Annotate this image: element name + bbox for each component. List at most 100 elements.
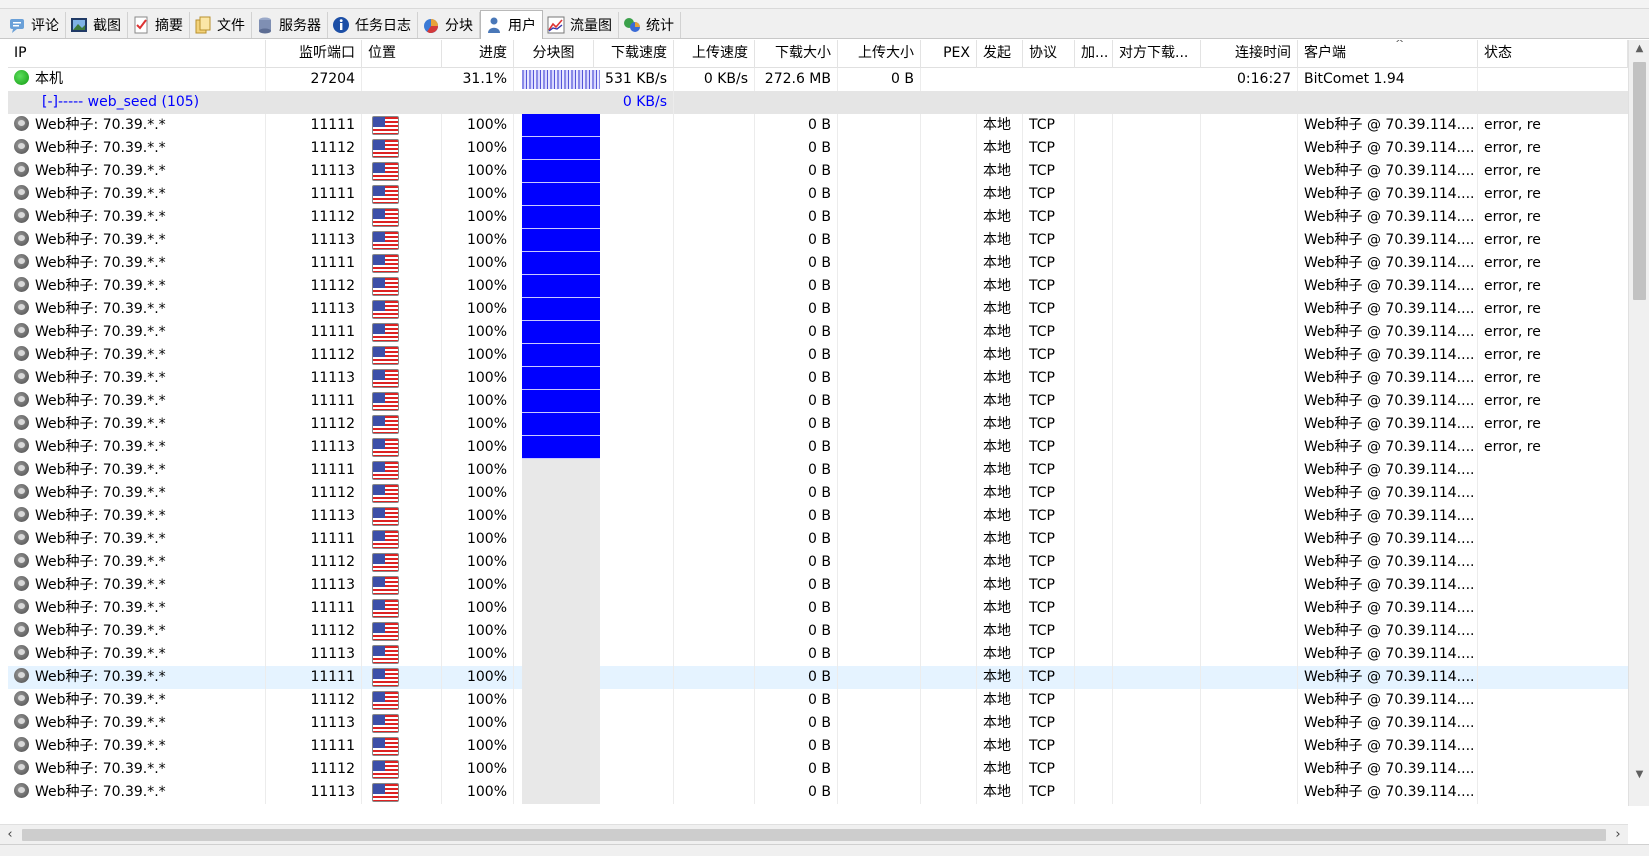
protocol-cell: TCP	[1023, 390, 1075, 413]
table-row[interactable]: Web种子: 70.39.*.* 11112 100% 0 B 本地 TCP Web种子 @…	[8, 413, 1628, 436]
client-cell: Web种子 @ 70.39.114....	[1298, 666, 1478, 689]
connect-time-cell	[1201, 597, 1298, 620]
column-header-protocol[interactable]: 协议	[1023, 40, 1075, 68]
port-cell: 11113	[266, 712, 362, 735]
table-row[interactable]: Web种子: 70.39.*.* 11112 100% 0 B 本地 TCP Web种子 @…	[8, 689, 1628, 712]
downloaded-cell: 0 B	[755, 114, 838, 137]
port-cell: 11112	[266, 413, 362, 436]
table-row[interactable]: Web种子: 70.39.*.* 11111 100% 0 B 本地 TCP Web种子 @…	[8, 321, 1628, 344]
scroll-up-icon[interactable]: ▲	[1629, 40, 1649, 58]
table-row[interactable]: Web种子: 70.39.*.* 11113 100% 0 B 本地 TCP Web种子 @…	[8, 574, 1628, 597]
pex-cell	[921, 712, 977, 735]
table-row[interactable]: Web种子: 70.39.*.* 11112 100% 0 B 本地 TCP Web种子 @…	[8, 344, 1628, 367]
table-row[interactable]: Web种子: 70.39.*.* 11111 100% 0 B 本地 TCP Web种子 @…	[8, 183, 1628, 206]
table-row[interactable]: Web种子: 70.39.*.* 11113 100% 0 B 本地 TCP Web种子 @…	[8, 367, 1628, 390]
connect-time-cell	[1201, 551, 1298, 574]
download-speed-cell	[594, 597, 674, 620]
port-cell: 11112	[266, 551, 362, 574]
column-header-status[interactable]: 状态	[1478, 40, 1628, 68]
tab-pieces[interactable]: 分块	[418, 12, 480, 38]
column-header-ip[interactable]: IP	[8, 40, 266, 68]
tab-servers[interactable]: 服务器	[252, 12, 328, 38]
column-header-uploaded[interactable]: 上传大小	[838, 40, 921, 68]
table-row[interactable]: Web种子: 70.39.*.* 11112 100% 0 B 本地 TCP Web种子 @…	[8, 482, 1628, 505]
table-row[interactable]: Web种子: 70.39.*.* 11112 100% 0 B 本地 TCP Web种子 @…	[8, 620, 1628, 643]
table-row[interactable]: Web种子: 70.39.*.* 11111 100% 0 B 本地 TCP Web种子 @…	[8, 528, 1628, 551]
pex-cell	[921, 528, 977, 551]
table-row[interactable]: Web种子: 70.39.*.* 11112 100% 0 B 本地 TCP Web种子 @…	[8, 275, 1628, 298]
table-row[interactable]: Web种子: 70.39.*.* 11113 100% 0 B 本地 TCP Web种子 @…	[8, 298, 1628, 321]
table-row[interactable]: Web种子: 70.39.*.* 11111 100% 0 B 本地 TCP Web种子 @…	[8, 114, 1628, 137]
column-header-pex[interactable]: PEX	[921, 40, 977, 68]
scroll-right-icon[interactable]: ›	[1608, 825, 1628, 845]
group-label[interactable]: [-]----- web_seed (105)	[36, 91, 366, 114]
vertical-scroll-thumb[interactable]	[1633, 62, 1646, 300]
column-header-upload-speed[interactable]: 上传速度	[674, 40, 755, 68]
table-row[interactable]: Web种子: 70.39.*.* 11112 100% 0 B 本地 TCP Web种子 @…	[8, 758, 1628, 781]
table-row[interactable]: Web种子: 70.39.*.* 11111 100% 0 B 本地 TCP Web种子 @…	[8, 252, 1628, 275]
tab-files[interactable]: 文件	[190, 12, 252, 38]
tab-comments[interactable]: 评论	[4, 12, 66, 38]
scroll-down-icon[interactable]: ▼	[1629, 766, 1649, 784]
table-row[interactable]: Web种子: 70.39.*.* 11113 100% 0 B 本地 TCP Web种子 @…	[8, 505, 1628, 528]
comment-icon	[8, 16, 26, 34]
group-download-speed: 0 KB/s	[594, 91, 674, 114]
table-row[interactable]: Web种子: 70.39.*.* 11113 100% 0 B 本地 TCP Web种子 @…	[8, 229, 1628, 252]
peer-downloaded-cell	[1113, 781, 1201, 804]
table-row[interactable]: Web种子: 70.39.*.* 11113 100% 0 B 本地 TCP Web种子 @…	[8, 781, 1628, 804]
column-header-pieces[interactable]: 分块图	[514, 40, 594, 68]
local-peer-row[interactable]: 本机 27204 31.1% 531 KB/s 0 KB/s 272.6 MB …	[8, 68, 1628, 91]
web-seed-group-row[interactable]: [-]----- web_seed (105) 0 KB/s	[8, 91, 1628, 114]
progress-cell: 100%	[442, 413, 514, 436]
tab-peers[interactable]: 用户	[480, 10, 543, 39]
table-row[interactable]: Web种子: 70.39.*.* 11112 100% 0 B 本地 TCP Web种子 @…	[8, 137, 1628, 160]
tab-summary[interactable]: 摘要	[128, 12, 190, 38]
column-header-location[interactable]: 位置	[362, 40, 442, 68]
pex-cell	[921, 781, 977, 804]
client-cell: Web种子 @ 70.39.114....	[1298, 551, 1478, 574]
column-header-connect-time[interactable]: 连接时间	[1201, 40, 1298, 68]
tab-traffic-chart[interactable]: 流量图	[543, 12, 619, 38]
status-cell: error, re	[1484, 393, 1541, 409]
table-row[interactable]: Web种子: 70.39.*.* 11113 100% 0 B 本地 TCP Web种子 @…	[8, 712, 1628, 735]
table-row[interactable]: Web种子: 70.39.*.* 11111 100% 0 B 本地 TCP Web种子 @…	[8, 597, 1628, 620]
connect-time-cell	[1201, 252, 1298, 275]
pieces-map	[522, 620, 600, 643]
connect-time-cell	[1201, 160, 1298, 183]
column-header-progress[interactable]: 进度	[442, 40, 514, 68]
status-cell	[1478, 758, 1628, 781]
peer-list[interactable]: IP 监听端口 位置 进度 分块图 下载速度 上传速度 下载大小 上传大小 PE…	[8, 40, 1628, 824]
downloaded-cell: 0 B	[755, 620, 838, 643]
download-speed-cell	[594, 344, 674, 367]
table-row[interactable]: Web种子: 70.39.*.* 11113 100% 0 B 本地 TCP Web种子 @…	[8, 643, 1628, 666]
table-row[interactable]: Web种子: 70.39.*.* 11111 100% 0 B 本地 TCP Web种子 @…	[8, 459, 1628, 482]
pieces-map	[522, 229, 600, 252]
column-header-downloaded[interactable]: 下载大小	[755, 40, 838, 68]
horizontal-scroll-thumb[interactable]	[22, 829, 1606, 841]
table-row[interactable]: Web种子: 70.39.*.* 11111 100% 0 B 本地 TCP Web种子 @…	[8, 666, 1628, 689]
table-row[interactable]: Web种子: 70.39.*.* 11111 100% 0 B 本地 TCP Web种子 @…	[8, 735, 1628, 758]
download-speed-cell	[594, 712, 674, 735]
column-header-encryption[interactable]: 加...	[1075, 40, 1113, 68]
tab-statistics[interactable]: 统计	[619, 12, 681, 38]
progress-cell: 100%	[442, 298, 514, 321]
table-row[interactable]: Web种子: 70.39.*.* 11113 100% 0 B 本地 TCP Web种子 @…	[8, 160, 1628, 183]
column-header-peer-downloaded[interactable]: 对方下载...	[1113, 40, 1201, 68]
column-header-port[interactable]: 监听端口	[266, 40, 362, 68]
downloaded-cell: 0 B	[755, 252, 838, 275]
peer-downloaded-cell	[1113, 735, 1201, 758]
column-header-initiator[interactable]: 发起	[977, 40, 1023, 68]
status-cell	[1478, 597, 1628, 620]
tab-task-log[interactable]: 任务日志	[328, 12, 418, 38]
tab-screenshots[interactable]: 截图	[66, 12, 128, 38]
scroll-left-icon[interactable]: ‹	[0, 825, 20, 845]
vertical-scrollbar[interactable]: ▲ ▼	[1628, 40, 1649, 806]
table-row[interactable]: Web种子: 70.39.*.* 11113 100% 0 B 本地 TCP Web种子 @…	[8, 436, 1628, 459]
column-header-client[interactable]: 客户端	[1298, 40, 1478, 68]
table-row[interactable]: Web种子: 70.39.*.* 11112 100% 0 B 本地 TCP Web种子 @…	[8, 206, 1628, 229]
column-header-download-speed[interactable]: 下载速度	[594, 40, 674, 68]
table-row[interactable]: Web种子: 70.39.*.* 11111 100% 0 B 本地 TCP Web种子 @…	[8, 390, 1628, 413]
table-row[interactable]: Web种子: 70.39.*.* 11112 100% 0 B 本地 TCP Web种子 @…	[8, 551, 1628, 574]
tab-label: 流量图	[570, 18, 612, 34]
horizontal-scrollbar[interactable]: ‹ ›	[0, 824, 1628, 844]
